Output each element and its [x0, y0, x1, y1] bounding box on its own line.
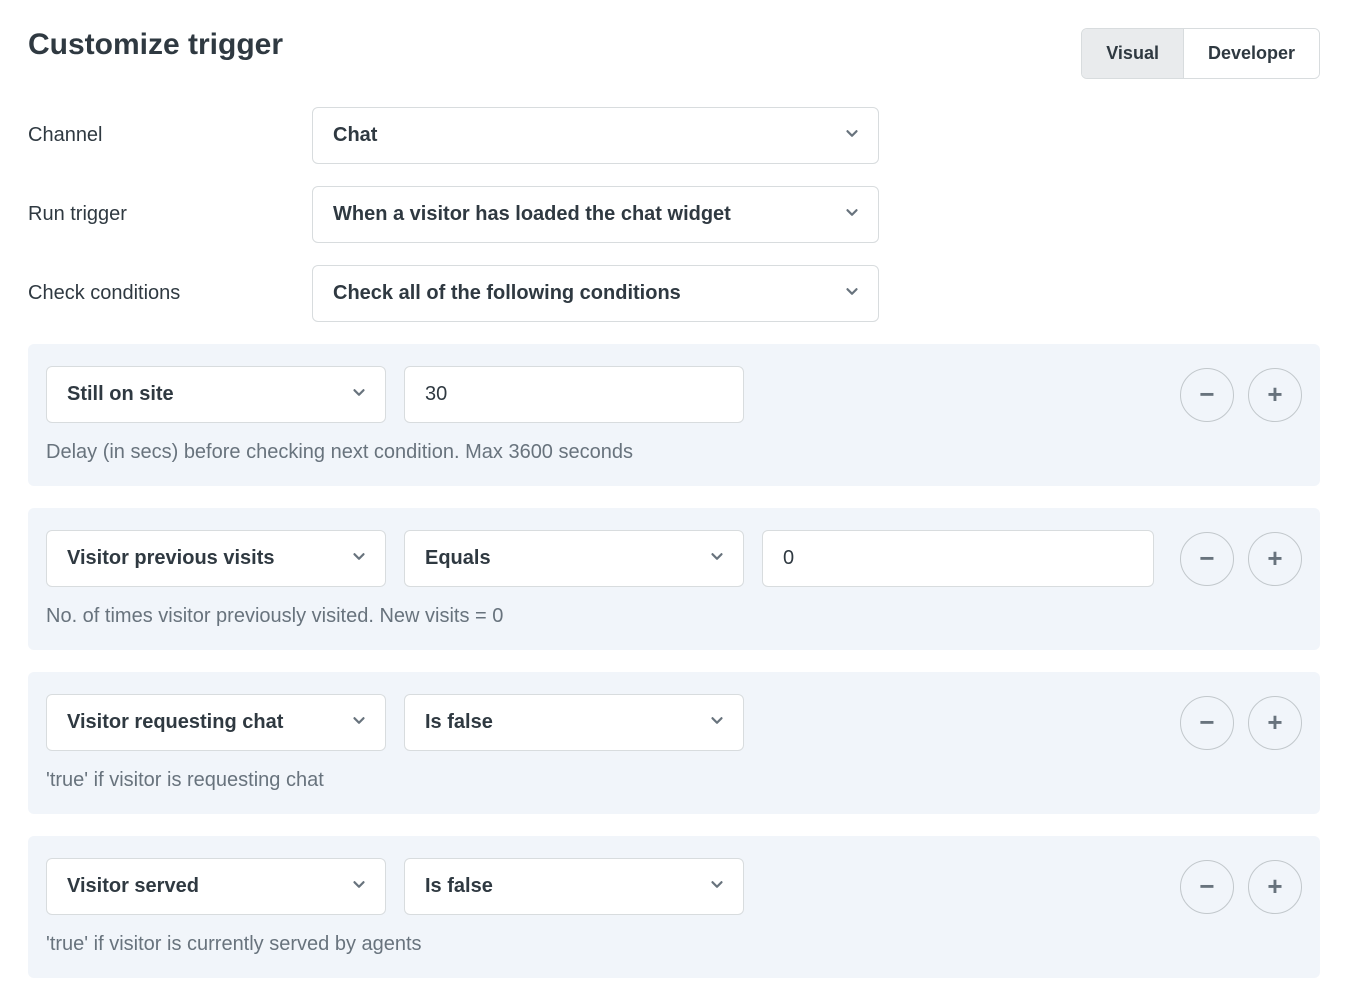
condition-operator-value: Is false [425, 711, 493, 734]
condition-operator-value: Is false [425, 875, 493, 898]
channel-value: Chat [333, 124, 377, 147]
channel-select[interactable]: Chat [312, 107, 879, 164]
add-condition-button[interactable]: + [1248, 696, 1302, 750]
condition-field-select[interactable]: Visitor requesting chat [46, 694, 386, 751]
condition-operator-select[interactable]: Is false [404, 694, 744, 751]
condition-field-value: Visitor previous visits [67, 547, 275, 570]
page-title: Customize trigger [28, 28, 283, 62]
channel-label: Channel [28, 124, 312, 147]
condition-operator-select[interactable]: Is false [404, 858, 744, 915]
condition-row: Still on site − + Delay (in secs) before… [28, 344, 1320, 486]
condition-operator-select[interactable]: Equals [404, 530, 744, 587]
condition-field-select[interactable]: Still on site [46, 366, 386, 423]
plus-icon: + [1267, 707, 1282, 738]
remove-condition-button[interactable]: − [1180, 860, 1234, 914]
add-condition-button[interactable]: + [1248, 368, 1302, 422]
condition-field-value: Visitor requesting chat [67, 711, 283, 734]
condition-helper: No. of times visitor previously visited.… [46, 605, 1302, 628]
remove-condition-button[interactable]: − [1180, 696, 1234, 750]
developer-tab[interactable]: Developer [1183, 29, 1319, 78]
condition-value-input[interactable] [762, 530, 1154, 587]
minus-icon: − [1199, 871, 1214, 902]
check-conditions-select[interactable]: Check all of the following conditions [312, 265, 879, 322]
run-trigger-value: When a visitor has loaded the chat widge… [333, 203, 731, 226]
condition-field-value: Still on site [67, 383, 174, 406]
condition-row: Visitor requesting chat Is false − + 'tr… [28, 672, 1320, 814]
visual-tab[interactable]: Visual [1082, 29, 1183, 78]
plus-icon: + [1267, 379, 1282, 410]
check-conditions-label: Check conditions [28, 282, 312, 305]
minus-icon: − [1199, 707, 1214, 738]
check-conditions-value: Check all of the following conditions [333, 282, 681, 305]
view-mode-toggle: Visual Developer [1081, 28, 1320, 79]
condition-row: Visitor served Is false − + 'true' if vi… [28, 836, 1320, 978]
minus-icon: − [1199, 379, 1214, 410]
remove-condition-button[interactable]: − [1180, 368, 1234, 422]
condition-helper: 'true' if visitor is currently served by… [46, 933, 1302, 956]
condition-operator-value: Equals [425, 547, 491, 570]
condition-field-select[interactable]: Visitor served [46, 858, 386, 915]
condition-value-input[interactable] [404, 366, 744, 423]
plus-icon: + [1267, 543, 1282, 574]
add-condition-button[interactable]: + [1248, 860, 1302, 914]
condition-helper: 'true' if visitor is requesting chat [46, 769, 1302, 792]
run-trigger-label: Run trigger [28, 203, 312, 226]
plus-icon: + [1267, 871, 1282, 902]
condition-field-select[interactable]: Visitor previous visits [46, 530, 386, 587]
run-trigger-select[interactable]: When a visitor has loaded the chat widge… [312, 186, 879, 243]
minus-icon: − [1199, 543, 1214, 574]
condition-helper: Delay (in secs) before checking next con… [46, 441, 1302, 464]
add-condition-button[interactable]: + [1248, 532, 1302, 586]
remove-condition-button[interactable]: − [1180, 532, 1234, 586]
condition-row: Visitor previous visits Equals − + No. o… [28, 508, 1320, 650]
condition-field-value: Visitor served [67, 875, 199, 898]
